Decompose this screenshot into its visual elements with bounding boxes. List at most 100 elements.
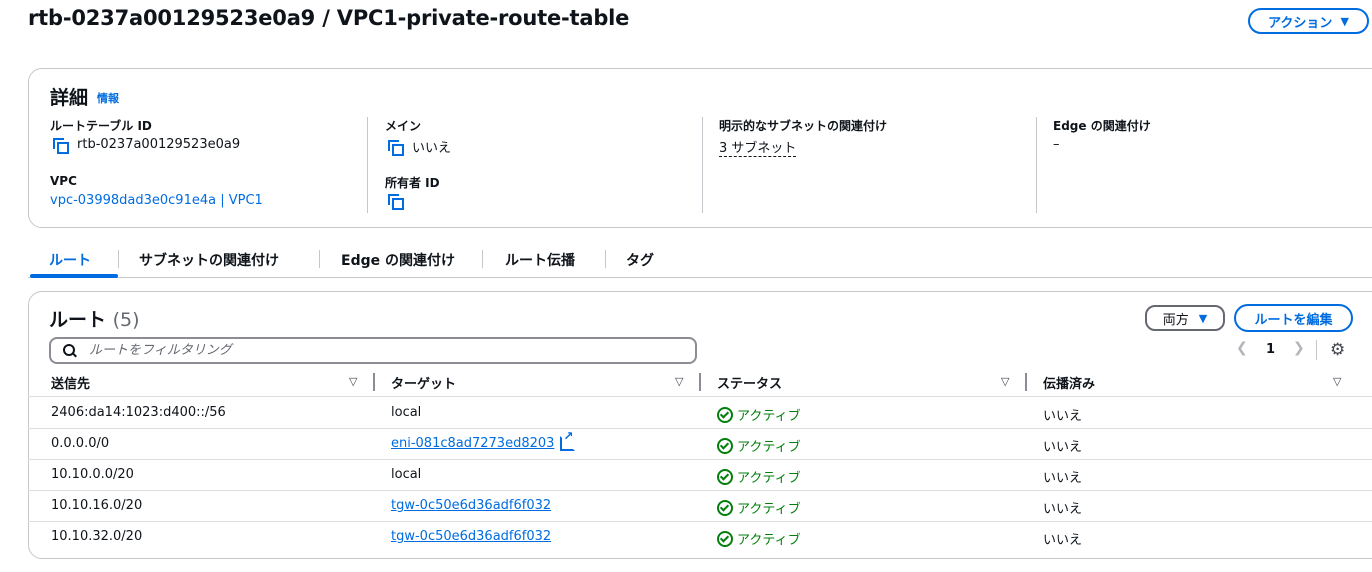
success-check-icon [717, 406, 733, 423]
route-search-box[interactable] [49, 337, 697, 364]
column-header-propagated[interactable]: 伝播済み [1043, 373, 1095, 392]
info-link[interactable]: 情報 [97, 90, 119, 106]
current-page[interactable]: 1 [1266, 342, 1275, 357]
copy-icon[interactable] [388, 194, 404, 210]
sort-icon[interactable]: ▽ [1001, 375, 1009, 388]
column-header-status[interactable]: ステータス [717, 373, 782, 392]
routes-heading: ルート (5) [49, 305, 140, 332]
table-cell-destination: 10.10.0.0/20 [51, 467, 134, 482]
table-cell-propagated: いいえ [1043, 409, 1083, 424]
column-header-destination[interactable]: 送信先 [51, 373, 90, 392]
active-tab-indicator [30, 274, 118, 278]
table-cell-propagated: いいえ [1043, 533, 1083, 548]
table-cell-propagated: いいえ [1043, 471, 1083, 486]
success-check-icon [717, 499, 733, 516]
copy-icon[interactable] [53, 137, 69, 154]
explicit-subnet-label: 明示的なサブネットの関連付け [719, 119, 888, 133]
pager-divider [1316, 340, 1317, 360]
owner-id-label: 所有者 ID [385, 176, 440, 190]
search-icon [63, 343, 77, 358]
tab-edge-associations[interactable]: Edge の関連付け [341, 250, 455, 270]
table-cell-destination: 10.10.32.0/20 [51, 529, 143, 544]
main-value: いいえ [388, 137, 451, 156]
target-link[interactable]: eni-081c8ad7273ed8203 [391, 436, 554, 451]
settings-gear-icon[interactable]: ⚙ [1330, 340, 1345, 360]
row-divider [28, 459, 1372, 460]
copy-icon[interactable] [388, 139, 404, 156]
previous-page-icon[interactable]: ❮ [1236, 340, 1248, 356]
column-resizer[interactable] [699, 373, 701, 391]
status-text: アクティブ [737, 502, 801, 517]
row-divider [28, 396, 1372, 397]
table-cell-target: tgw-0c50e6d36adf6f032 [391, 498, 551, 513]
actions-label: アクション [1268, 15, 1333, 31]
tab-divider [482, 250, 483, 268]
page-title: rtb-0237a00129523e0a9 / VPC1-private-rou… [28, 6, 630, 30]
column-resizer[interactable] [373, 373, 375, 391]
column-divider [367, 117, 368, 213]
table-cell-target: eni-081c8ad7273ed8203 [391, 429, 576, 451]
sort-icon[interactable]: ▽ [1333, 375, 1341, 388]
route-search-input[interactable] [87, 342, 681, 359]
table-cell-target: tgw-0c50e6d36adf6f032 [391, 529, 551, 544]
status-badge: アクティブ [717, 436, 801, 455]
edge-value: – [1053, 137, 1060, 152]
tab-divider [118, 250, 119, 268]
column-divider [1036, 117, 1037, 213]
edit-routes-button[interactable]: ルートを編集 [1234, 304, 1353, 332]
target-link[interactable]: tgw-0c50e6d36adf6f032 [391, 529, 551, 544]
success-check-icon [717, 530, 733, 547]
target-link[interactable]: tgw-0c50e6d36adf6f032 [391, 498, 551, 513]
status-badge: アクティブ [717, 405, 801, 424]
vpc-link[interactable]: vpc-03998dad3e0c91e4a | VPC1 [50, 193, 263, 208]
route-table-id-label: ルートテーブル ID [50, 119, 152, 133]
column-header-target[interactable]: ターゲット [391, 373, 456, 392]
tabs-baseline [28, 277, 1372, 278]
owner-id-value [388, 194, 404, 210]
sort-icon[interactable]: ▽ [349, 375, 357, 388]
explicit-subnet-value[interactable]: 3 サブネット [719, 137, 797, 157]
actions-button[interactable]: アクション ▼ [1248, 8, 1369, 34]
tab-route-propagation[interactable]: ルート伝播 [505, 250, 575, 270]
details-panel: 詳細 情報 ルートテーブル ID rtb-0237a00129523e0a9 V… [28, 68, 1372, 228]
caret-down-icon: ▼ [1340, 14, 1349, 28]
route-filter-select-value: 両方 [1162, 312, 1189, 328]
edge-label: Edge の関連付け [1053, 119, 1151, 133]
external-link-icon[interactable] [560, 429, 576, 451]
details-heading: 詳細 [50, 87, 89, 109]
status-text: アクティブ [737, 440, 801, 455]
tab-subnet-associations[interactable]: サブネットの関連付け [139, 250, 279, 270]
status-badge: アクティブ [717, 467, 801, 486]
vpc-label: VPC [50, 174, 77, 188]
route-filter-select[interactable]: 両方 ▼ [1145, 305, 1225, 331]
tab-tags[interactable]: タグ [626, 250, 654, 270]
status-badge: アクティブ [717, 498, 801, 517]
table-cell-destination: 0.0.0.0/0 [51, 436, 110, 451]
table-cell-destination: 2406:da14:1023:d400::/56 [51, 405, 226, 420]
status-text: アクティブ [737, 533, 801, 548]
table-cell-destination: 10.10.16.0/20 [51, 498, 143, 513]
explicit-subnet-text[interactable]: 3 サブネット [719, 137, 797, 157]
main-label: メイン [385, 119, 422, 133]
table-cell-propagated: いいえ [1043, 440, 1083, 455]
main-text: いいえ [412, 141, 452, 156]
column-resizer[interactable] [1025, 373, 1027, 391]
table-cell-target: local [391, 467, 422, 482]
table-cell-propagated: いいえ [1043, 502, 1083, 517]
next-page-icon[interactable]: ❯ [1293, 340, 1305, 356]
row-divider [28, 428, 1372, 429]
success-check-icon [717, 437, 733, 454]
tab-routes[interactable]: ルート [49, 250, 91, 270]
caret-down-icon: ▼ [1198, 311, 1208, 325]
routes-count: (5) [112, 309, 140, 331]
success-check-icon [717, 468, 733, 485]
tab-divider [319, 250, 320, 268]
route-table-id-text: rtb-0237a00129523e0a9 [77, 137, 241, 152]
status-badge: アクティブ [717, 529, 801, 548]
sort-icon[interactable]: ▽ [675, 375, 683, 388]
table-cell-target: local [391, 405, 422, 420]
routes-panel [28, 291, 1372, 559]
route-table-id-value: rtb-0237a00129523e0a9 [53, 137, 241, 154]
row-divider [28, 521, 1372, 522]
column-divider [702, 117, 703, 213]
